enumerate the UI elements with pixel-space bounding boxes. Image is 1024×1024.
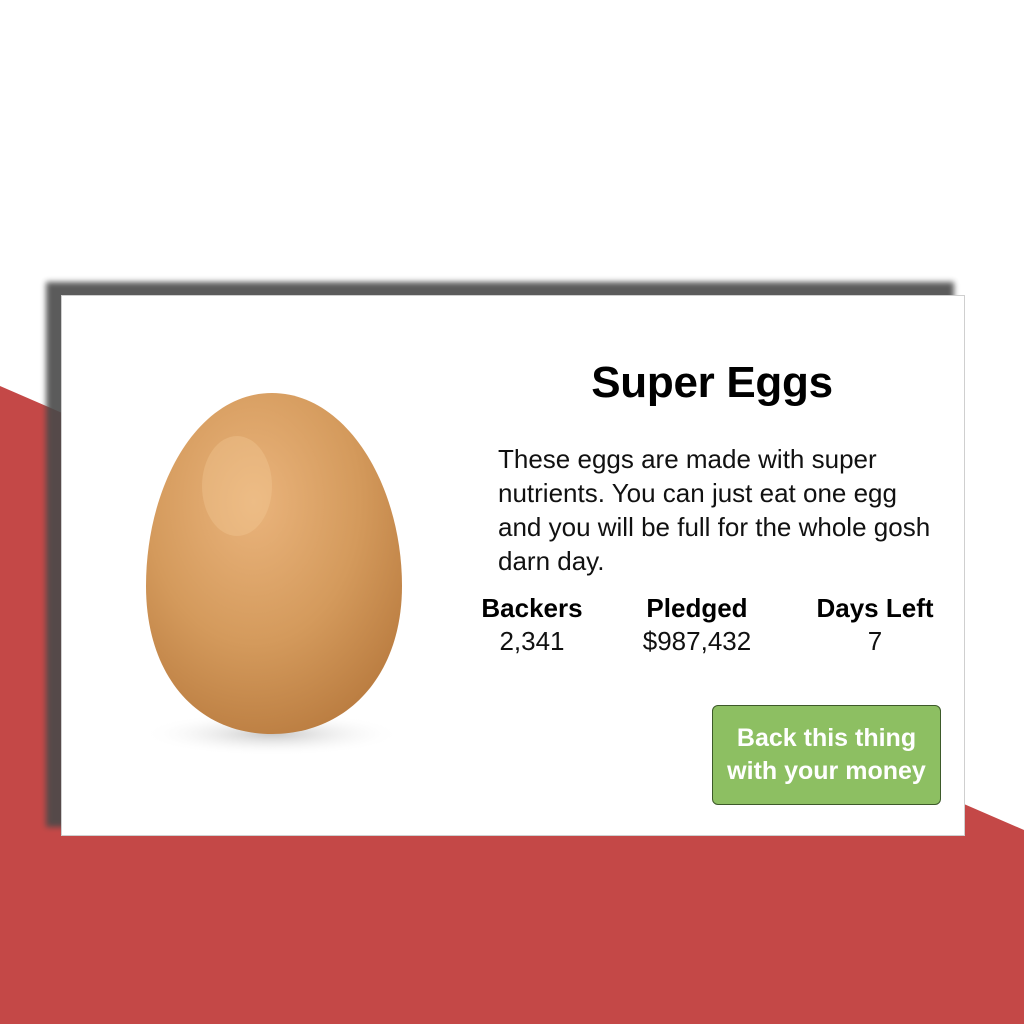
stat-days-left: Days Left 7 [805,592,945,658]
days-left-value: 7 [867,626,883,656]
product-description: These eggs are made with super nutrients… [498,444,931,576]
backers-value: 2,341 [499,626,565,656]
page-stage: Super Eggs These eggs are made with supe… [0,0,1024,1024]
stats-row: Backers 2,341 Pledged $987,432 Days Left… [467,592,947,662]
pledged-value: $987,432 [642,626,752,656]
egg-image [62,296,472,835]
back-project-button[interactable]: Back this thing with your money [712,705,941,805]
product-card: Super Eggs These eggs are made with supe… [61,295,965,836]
backers-label: Backers [481,593,583,623]
stat-backers: Backers 2,341 [467,592,597,658]
days-left-label: Days Left [816,593,934,623]
back-button-label-line2: with your money [727,757,926,785]
pledged-label: Pledged [646,593,748,623]
back-button-label-line1: Back this thing [736,724,917,752]
stat-pledged: Pledged $987,432 [627,592,767,658]
product-title: Super Eggs [591,358,833,407]
